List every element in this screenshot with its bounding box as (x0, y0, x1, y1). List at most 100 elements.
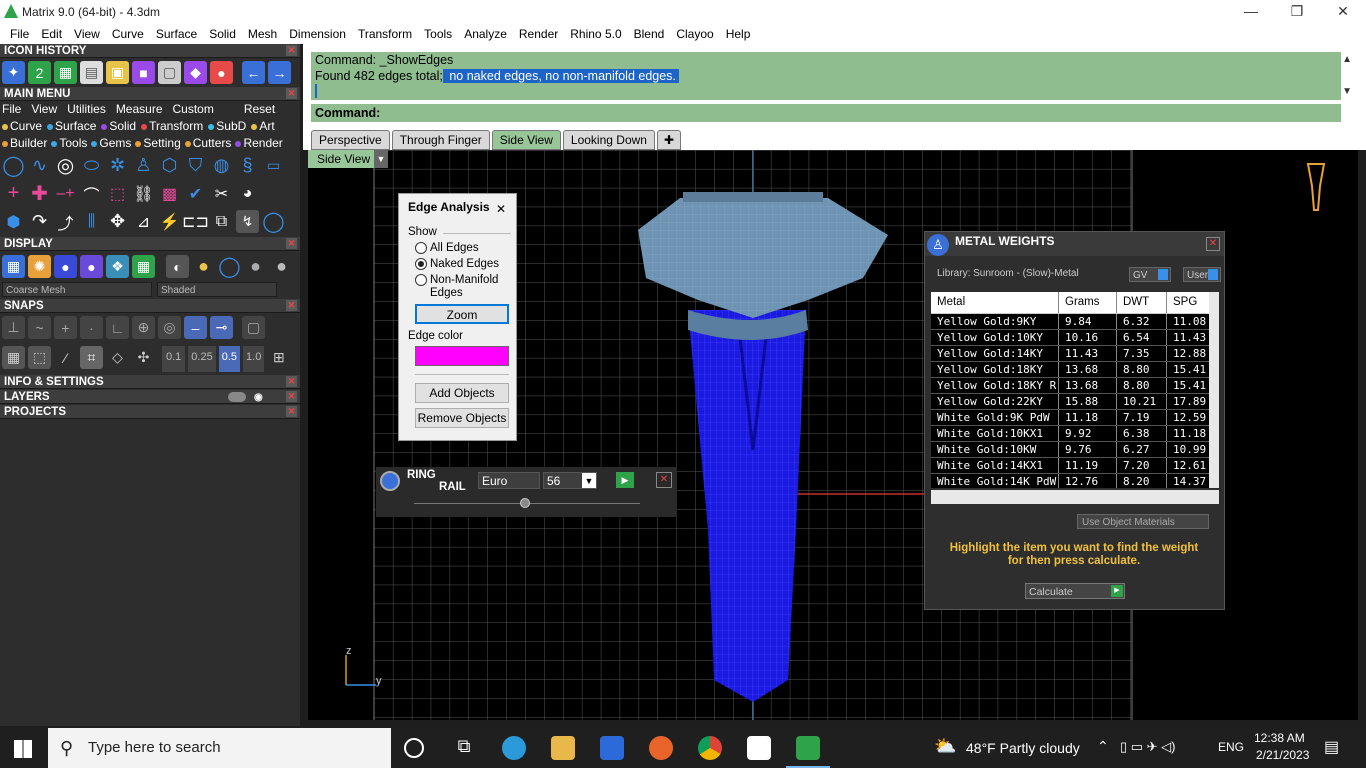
weather-text[interactable]: 48°F Partly cloudy (966, 740, 1080, 756)
axes-icon[interactable]: ✦ (2, 61, 25, 84)
blocks-icon[interactable]: ⬢ (2, 210, 25, 233)
scissors-icon[interactable]: ✂ (210, 182, 233, 205)
shading-mode-select[interactable]: Shaded (157, 282, 277, 297)
table-row[interactable]: Yellow Gold:10KY 10.16 6.54 11.43 (931, 330, 1211, 346)
tab-through-finger[interactable]: Through Finger (391, 130, 490, 150)
table-row[interactable]: Yellow Gold:18KY 13.68 8.80 15.41 (931, 362, 1211, 378)
back-arrow-icon[interactable]: ← (242, 61, 265, 84)
play-icon[interactable]: ▶ (616, 472, 634, 488)
column-dwt[interactable]: DWT (1117, 292, 1167, 313)
outline-sphere-icon[interactable]: ◯ (218, 255, 241, 278)
restore-button[interactable]: ❐ (1274, 0, 1320, 23)
snap-value-0[interactable]: 0.1 (162, 346, 186, 372)
menu-mesh[interactable]: Mesh (242, 27, 283, 41)
snap-quad-icon[interactable]: ⊸ (210, 316, 233, 339)
ortho-icon[interactable]: ⬚ (28, 346, 51, 369)
ring-standard-select[interactable]: Euro (478, 472, 540, 489)
snap-near-icon[interactable]: ~ (28, 316, 51, 339)
non-manifold-edges-radio[interactable] (415, 274, 427, 286)
arc-icon[interactable]: ⌒ (80, 182, 103, 205)
filter-icon[interactable]: ✣ (132, 346, 155, 369)
command-input[interactable]: Command: (311, 104, 1341, 122)
remove-objects-button[interactable]: Remove Objects (415, 408, 509, 428)
snap-value-1[interactable]: 0.25 (188, 346, 216, 372)
cube-icon[interactable]: ■ (132, 61, 155, 84)
main-menu-utilities[interactable]: Utilities (67, 101, 106, 117)
menu-item-transform[interactable]: Transform (141, 118, 203, 134)
table-row[interactable]: Yellow Gold:9KY 9.84 6.32 11.08 (931, 314, 1211, 330)
store-icon[interactable] (600, 736, 624, 760)
menu-item-curve[interactable]: Curve (2, 118, 42, 134)
menu-item-render[interactable]: Render (235, 135, 283, 151)
record-icon[interactable]: ◇ (106, 346, 129, 369)
circle-icon[interactable]: ◯ (2, 154, 25, 177)
mail-icon[interactable] (747, 736, 771, 760)
close-icon[interactable]: ✕ (286, 238, 297, 249)
shield-icon[interactable]: ⛉ (184, 154, 207, 177)
snap-mid-icon[interactable]: · (80, 316, 103, 339)
tab-looking-down[interactable]: Looking Down (562, 130, 655, 150)
eye-icon[interactable]: ◉ (254, 391, 263, 405)
naked-edges-label[interactable]: Naked Edges (430, 258, 499, 270)
grid-snap-icon[interactable]: ▦ (2, 346, 25, 369)
main-menu-file[interactable]: File (2, 101, 21, 117)
menu-help[interactable]: Help (720, 27, 757, 41)
cortana-icon[interactable] (404, 738, 424, 758)
forward-arrow-icon[interactable]: → (268, 61, 291, 84)
table-row[interactable]: White Gold:10KX1 9.92 6.38 11.18 (931, 426, 1211, 442)
disc-icon[interactable]: ⬭ (80, 154, 103, 177)
menu-item-tools[interactable]: Tools (51, 135, 87, 151)
menu-item-gems[interactable]: Gems (91, 135, 131, 151)
ghosted-icon[interactable]: ❖ (106, 255, 129, 278)
snap-tan-icon[interactable]: – (184, 316, 207, 339)
close-icon[interactable]: ✕ (286, 88, 297, 99)
explode-icon[interactable]: ⚡ (158, 210, 181, 233)
minus-icon[interactable]: –+ (54, 182, 77, 205)
frame-icon[interactable]: ▣ (106, 61, 129, 84)
gumball-icon[interactable]: ⌗ (80, 346, 103, 369)
solid-box-icon[interactable]: ◆ (184, 61, 207, 84)
menu-item-solid[interactable]: Solid (101, 118, 136, 134)
grid-toggle-icon[interactable]: ▦ (132, 255, 155, 278)
close-button[interactable]: ✕ (1320, 0, 1366, 23)
table-row[interactable]: Yellow Gold:14KY 11.43 7.35 12.88 (931, 346, 1211, 362)
link-icon[interactable]: ⛓ (132, 182, 155, 205)
page-icon[interactable]: ▤ (80, 61, 103, 84)
history-2-icon[interactable]: 2 (28, 61, 51, 84)
table-row[interactable]: Yellow Gold:18KY R...13.688.80 15.41 (931, 378, 1211, 394)
scroll-up-icon[interactable]: ▲ (1342, 54, 1352, 65)
menu-item-setting[interactable]: Setting (135, 135, 181, 151)
menu-item-surface[interactable]: Surface (47, 118, 96, 134)
chevron-up-icon[interactable]: ⌃ (1097, 738, 1109, 755)
edge-color-swatch[interactable] (415, 346, 509, 366)
clock-date[interactable]: 2/21/2023 (1256, 748, 1309, 762)
rendered-sphere-icon[interactable]: ● (80, 255, 103, 278)
windows-start-icon[interactable] (14, 740, 32, 758)
viewport-label[interactable]: Side View ▼ (308, 150, 388, 168)
projects-header[interactable]: PROJECTS ✕ (0, 405, 300, 419)
columns-icon[interactable]: ⫼ (80, 210, 103, 233)
snap-cen-icon[interactable]: ∟ (106, 316, 129, 339)
horizontal-scrollbar[interactable] (931, 490, 1219, 504)
shaded-sphere-icon[interactable]: ● (54, 255, 77, 278)
tab-perspective[interactable]: Perspective (311, 130, 390, 150)
display-mode-select[interactable]: Coarse Mesh (2, 282, 152, 297)
snap-end-icon[interactable]: ⊥ (2, 316, 25, 339)
select-icon[interactable]: ⬚ (106, 182, 129, 205)
tray-icons[interactable]: ▯ ▭ ✈ ◁) (1120, 739, 1176, 755)
layer-toggle-icon[interactable] (228, 392, 246, 402)
file-explorer-icon[interactable] (551, 736, 575, 760)
curve-tool-icon[interactable]: ∿ (28, 154, 51, 177)
use-object-materials-toggle[interactable]: Use Object Materials (1077, 514, 1209, 529)
close-icon[interactable]: ✕ (656, 472, 672, 488)
move-icon[interactable]: ✥ (106, 210, 129, 233)
tab-side-view[interactable]: Side View (491, 130, 561, 150)
size-slider-handle[interactable] (520, 498, 530, 508)
check-icon[interactable]: ✔ (184, 182, 207, 205)
table-row[interactable]: White Gold:14K PdW 12.76 8.20 14.37 (931, 474, 1211, 488)
table-row[interactable]: White Gold:9K PdW 11.18 7.19 12.59 (931, 410, 1211, 426)
material-icon[interactable]: ◐ (166, 255, 189, 278)
sweep-icon[interactable]: ⤴ (54, 210, 77, 233)
mirror-icon[interactable]: ⧉ (210, 210, 233, 233)
reset-button[interactable]: Reset (244, 101, 275, 117)
